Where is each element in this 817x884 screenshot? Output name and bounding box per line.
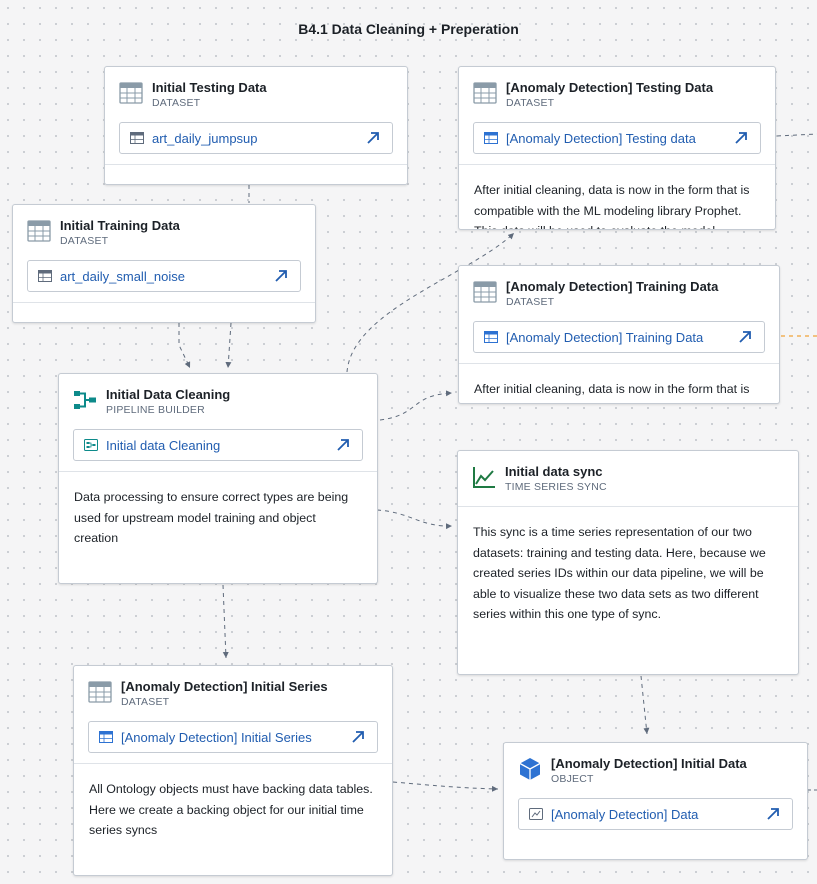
- node-title: Initial Training Data: [60, 218, 180, 233]
- link-label[interactable]: [Anomaly Detection] Initial Series: [121, 730, 312, 745]
- resource-link[interactable]: [Anomaly Detection] Initial Series: [88, 721, 378, 753]
- node-title: [Anomaly Detection] Initial Data: [551, 756, 747, 771]
- node-title: [Anomaly Detection] Testing Data: [506, 80, 714, 95]
- node-description: This sync is a time series representatio…: [473, 525, 766, 621]
- node-ad-testing-data[interactable]: [Anomaly Detection] Testing Data DATASET…: [458, 66, 776, 230]
- node-title: [Anomaly Detection] Initial Series: [121, 679, 328, 694]
- node-initial-training-data[interactable]: Initial Training Data DATASET art_daily_…: [12, 204, 316, 323]
- object-cube-icon: [519, 758, 541, 780]
- node-type: DATASET: [121, 696, 170, 708]
- resource-link[interactable]: Initial data Cleaning: [73, 429, 363, 461]
- dataset-table-icon: [484, 331, 498, 343]
- open-arrow-icon[interactable]: [351, 730, 365, 744]
- dataset-table-icon: [88, 681, 112, 703]
- node-type: PIPELINE BUILDER: [106, 404, 205, 416]
- edge-cleaning-to-sync: [376, 509, 453, 530]
- node-type: OBJECT: [551, 773, 594, 785]
- node-description: All Ontology objects must have backing d…: [89, 782, 373, 837]
- resource-link[interactable]: art_daily_jumpsup: [119, 122, 393, 154]
- divider: [13, 302, 315, 303]
- resource-link[interactable]: [Anomaly Detection] Training Data: [473, 321, 765, 353]
- node-ad-initial-series[interactable]: [Anomaly Detection] Initial Series DATAS…: [73, 665, 393, 876]
- time-series-icon: [473, 467, 495, 488]
- resource-link[interactable]: [Anomaly Detection] Data: [518, 798, 793, 830]
- node-type: TIME SERIES SYNC: [505, 481, 607, 493]
- dataset-table-icon: [27, 220, 51, 242]
- link-label[interactable]: art_daily_jumpsup: [152, 131, 258, 146]
- divider: [74, 763, 392, 764]
- edge-ad-testing-out: [776, 133, 817, 137]
- dataset-table-icon: [473, 281, 497, 303]
- divider: [105, 164, 407, 165]
- pipeline-builder-icon: [74, 391, 96, 409]
- dataset-table-icon: [130, 132, 144, 144]
- edge-training-to-cleaning-2: [225, 322, 232, 369]
- divider: [459, 164, 775, 165]
- resource-link[interactable]: [Anomaly Detection] Testing data: [473, 122, 761, 154]
- edge-sync-to-object: [640, 675, 650, 735]
- link-label[interactable]: [Anomaly Detection] Training Data: [506, 330, 703, 345]
- edge-training-to-cleaning-1: [178, 323, 191, 369]
- node-title: Initial Testing Data: [152, 80, 267, 95]
- dataset-table-icon: [38, 270, 52, 282]
- edge-cleaning-to-ad-training: [379, 390, 453, 421]
- node-initial-data-sync[interactable]: Initial data sync TIME SERIES SYNC This …: [457, 450, 799, 675]
- dataset-table-icon: [119, 82, 143, 104]
- open-arrow-icon[interactable]: [738, 330, 752, 344]
- node-title: [Anomaly Detection] Training Data: [506, 279, 719, 294]
- dataset-table-icon: [484, 132, 498, 144]
- node-title: Initial Data Cleaning: [106, 387, 231, 402]
- dataset-table-icon: [473, 82, 497, 104]
- link-label[interactable]: art_daily_small_noise: [60, 269, 185, 284]
- edge-series-to-object: [392, 781, 499, 792]
- open-arrow-icon[interactable]: [766, 807, 780, 821]
- edge-cleaning-to-series: [222, 584, 229, 659]
- resource-link[interactable]: art_daily_small_noise: [27, 260, 301, 292]
- node-ad-training-data[interactable]: [Anomaly Detection] Training Data DATASE…: [458, 265, 780, 404]
- node-type: DATASET: [506, 296, 555, 308]
- node-description: After initial cleaning, data is now in t…: [474, 183, 750, 229]
- graph-canvas[interactable]: B4.1 Data Cleaning + Preperation Initial…: [0, 0, 817, 884]
- node-ad-initial-data[interactable]: [Anomaly Detection] Initial Data OBJECT …: [503, 742, 808, 860]
- node-initial-data-cleaning[interactable]: Initial Data Cleaning PIPELINE BUILDER I…: [58, 373, 378, 584]
- node-initial-testing-data[interactable]: Initial Testing Data DATASET art_daily_j…: [104, 66, 408, 185]
- divider: [459, 363, 779, 364]
- node-type: DATASET: [60, 235, 109, 247]
- link-label[interactable]: [Anomaly Detection] Data: [551, 807, 698, 822]
- open-arrow-icon[interactable]: [734, 131, 748, 145]
- link-label[interactable]: Initial data Cleaning: [106, 438, 220, 453]
- link-label[interactable]: [Anomaly Detection] Testing data: [506, 131, 696, 146]
- node-title: Initial data sync: [505, 464, 603, 479]
- open-arrow-icon[interactable]: [336, 438, 350, 452]
- divider: [458, 506, 798, 507]
- dataset-table-icon: [99, 731, 113, 743]
- open-arrow-icon[interactable]: [366, 131, 380, 145]
- time-series-icon: [529, 808, 543, 820]
- node-type: DATASET: [506, 97, 555, 109]
- open-arrow-icon[interactable]: [274, 269, 288, 283]
- page-title: B4.1 Data Cleaning + Preperation: [298, 21, 519, 37]
- pipeline-builder-icon: [84, 439, 98, 451]
- node-description: Data processing to ensure correct types …: [74, 490, 349, 545]
- node-description: After initial cleaning, data is now in t…: [474, 382, 750, 396]
- divider: [59, 471, 377, 472]
- node-type: DATASET: [152, 97, 201, 109]
